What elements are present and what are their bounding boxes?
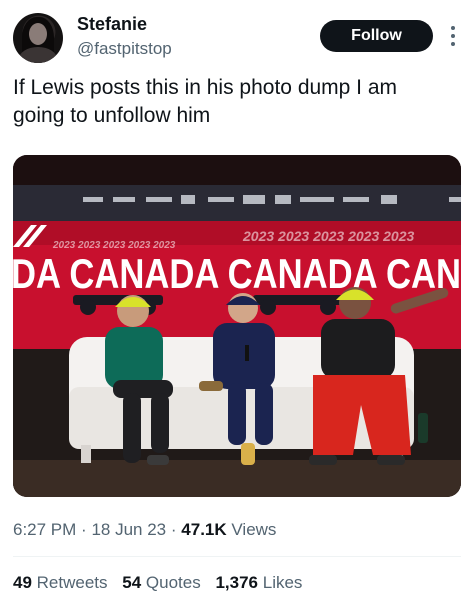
press-conference-photo: 2023 2023 2023 2023 2023 2023 2023 2023 … — [13, 155, 461, 497]
tweet-time[interactable]: 6:27 PM — [13, 520, 76, 539]
divider — [13, 556, 461, 557]
tweet-meta: 6:27 PM · 18 Jun 23 · 47.1K Views — [13, 520, 276, 540]
retweets-stat[interactable]: 49 Retweets — [13, 573, 108, 592]
avatar-face — [29, 23, 47, 45]
tweet-date[interactable]: 18 Jun 23 — [91, 520, 166, 539]
tweet-stats: 49 Retweets 54 Quotes 1,376 Likes — [13, 573, 312, 593]
tweet-media[interactable]: 2023 2023 2023 2023 2023 2023 2023 2023 … — [13, 155, 461, 497]
meta-separator: · — [170, 520, 177, 539]
likes-stat[interactable]: 1,376 Likes — [215, 573, 302, 592]
views-count: 47.1K — [181, 520, 227, 539]
banner-text: DA CANADA CANADA CAN — [13, 250, 461, 297]
author-handle[interactable]: @fastpitstop — [77, 39, 172, 59]
more-options-icon[interactable] — [446, 22, 460, 50]
follow-button[interactable]: Follow — [320, 20, 433, 52]
views-label: Views — [231, 520, 277, 539]
tweet-header: Stefanie @fastpitstop Follow — [13, 12, 463, 66]
tweet-text: If Lewis posts this in his photo dump I … — [13, 76, 398, 127]
svg-text:2023 2023 2023 2023 2023: 2023 2023 2023 2023 2023 — [242, 228, 414, 244]
meta-separator: · — [81, 520, 87, 539]
author-name[interactable]: Stefanie — [77, 14, 147, 35]
quotes-stat[interactable]: 54 Quotes — [122, 573, 200, 592]
avatar[interactable] — [13, 13, 63, 63]
